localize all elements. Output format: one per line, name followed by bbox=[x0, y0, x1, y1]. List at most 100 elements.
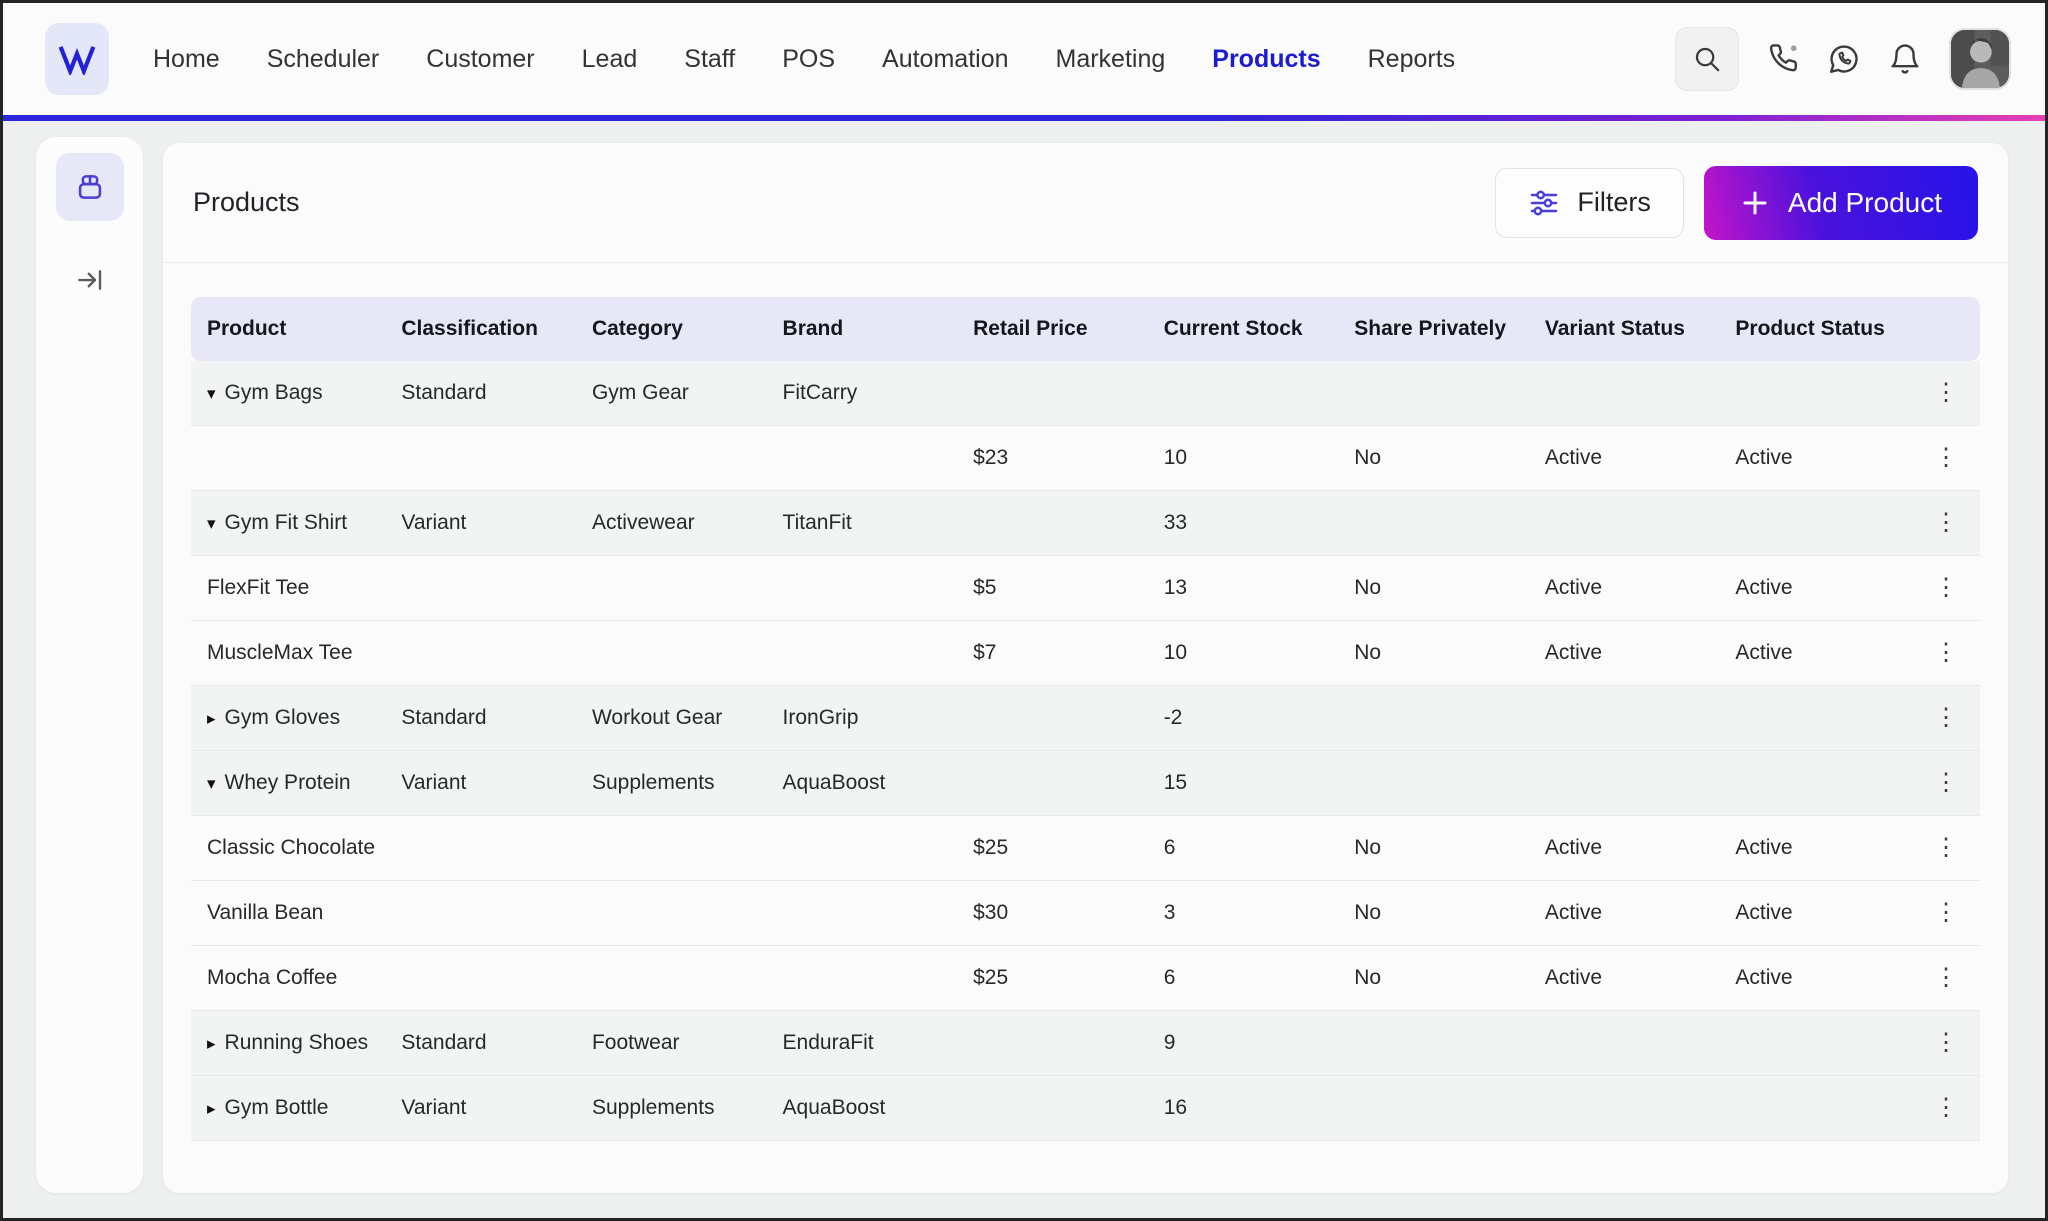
nav-gradient-divider bbox=[3, 115, 2045, 121]
cell-category: Footwear bbox=[591, 1031, 680, 1054]
cell-current-stock: 16 bbox=[1163, 1096, 1188, 1119]
app-logo[interactable] bbox=[45, 23, 109, 95]
cell-product: ▾ Gym Fit Shirt bbox=[191, 511, 385, 535]
cell-classification: Standard bbox=[401, 381, 487, 404]
phone-calls-button[interactable] bbox=[1766, 42, 1800, 76]
nav-item-products[interactable]: Products bbox=[1212, 45, 1320, 74]
expander-icon[interactable]: ▸ bbox=[207, 710, 216, 727]
search-button[interactable] bbox=[1675, 27, 1739, 91]
nav-menu: Home Scheduler Customer Lead Staff POS Automat… bbox=[153, 45, 1455, 74]
page-title: Products bbox=[193, 187, 300, 217]
expander-icon[interactable]: ▾ bbox=[207, 515, 216, 532]
column-header-category: Category bbox=[591, 317, 683, 340]
nav-item-reports[interactable]: Reports bbox=[1368, 45, 1456, 74]
notifications-button[interactable] bbox=[1888, 42, 1922, 76]
table-row[interactable]: FlexFit Tee $5 13 No Active Active ⋮ bbox=[191, 556, 1980, 621]
row-menu-button[interactable]: ⋮ bbox=[1934, 966, 1958, 990]
nav-item-lead[interactable]: Lead bbox=[582, 45, 638, 74]
nav-item-automation[interactable]: Automation bbox=[882, 45, 1008, 74]
expander-icon[interactable]: ▸ bbox=[207, 1100, 216, 1117]
row-menu-button[interactable]: ⋮ bbox=[1934, 901, 1958, 925]
row-menu-button[interactable]: ⋮ bbox=[1934, 446, 1958, 470]
row-menu-button[interactable]: ⋮ bbox=[1934, 641, 1958, 665]
cell-retail-price: $23 bbox=[973, 446, 1009, 469]
table-row[interactable]: Classic Chocolate $25 6 No Active Active… bbox=[191, 816, 1980, 881]
row-menu-button[interactable]: ⋮ bbox=[1934, 836, 1958, 860]
row-menu-button[interactable]: ⋮ bbox=[1934, 771, 1958, 795]
cell-product: ▸ Running Shoes bbox=[191, 1031, 385, 1055]
cell-classification: Variant bbox=[401, 771, 467, 794]
row-menu-button[interactable]: ⋮ bbox=[1934, 511, 1958, 535]
cell-retail-price: $25 bbox=[973, 966, 1009, 989]
expand-sidebar-icon bbox=[77, 270, 101, 290]
cell-current-stock: -2 bbox=[1163, 706, 1183, 729]
table-row[interactable]: MuscleMax Tee $7 10 No Active Active ⋮ bbox=[191, 621, 1980, 686]
whatsapp-button[interactable] bbox=[1827, 42, 1861, 76]
sidebar-expand-button[interactable] bbox=[75, 265, 105, 295]
cell-classification: Variant bbox=[401, 511, 467, 534]
table-row[interactable]: Vanilla Bean $30 3 No Active Active ⋮ bbox=[191, 881, 1980, 946]
table-row[interactable]: Mocha Coffee $25 6 No Active Active ⋮ bbox=[191, 946, 1980, 1011]
nav-item-staff[interactable]: Staff bbox=[684, 45, 735, 74]
cell-product-status: Active bbox=[1735, 966, 1793, 989]
nav-item-pos[interactable]: POS bbox=[782, 45, 835, 74]
table-row[interactable]: ▸ Gym Gloves Standard Workout Gear IronG… bbox=[191, 686, 1980, 751]
table-row[interactable]: ▾ Gym Fit Shirt Variant Activewear Titan… bbox=[191, 491, 1980, 556]
nav-right-tools bbox=[1675, 27, 2011, 91]
add-product-button[interactable]: Add Product bbox=[1703, 165, 1978, 240]
table-row[interactable]: ▸ Running Shoes Standard Footwear Endura… bbox=[191, 1011, 1980, 1076]
cell-current-stock: 6 bbox=[1163, 966, 1176, 989]
products-table: Product Classification Category Brand Retail… bbox=[191, 297, 1980, 1141]
cell-product-name: Classic Chocolate bbox=[207, 836, 376, 859]
row-menu-button[interactable]: ⋮ bbox=[1934, 576, 1958, 600]
table-row[interactable]: $23 10 No Active Active ⋮ bbox=[191, 426, 1980, 491]
table-row[interactable]: ▸ Gym Bottle Variant Supplements AquaBoo… bbox=[191, 1076, 1980, 1141]
cell-actions: ⋮ bbox=[1910, 1096, 1980, 1121]
table-row[interactable]: ▾ Gym Bags Standard Gym Gear FitCarry ⋮ bbox=[191, 361, 1980, 426]
cell-current-stock: 33 bbox=[1163, 511, 1188, 534]
filters-button[interactable]: Filters bbox=[1495, 167, 1684, 238]
column-header-variant-status: Variant Status bbox=[1544, 317, 1685, 340]
row-menu-button[interactable]: ⋮ bbox=[1934, 1031, 1958, 1055]
user-avatar[interactable] bbox=[1949, 28, 2011, 90]
cell-variant-status: Active bbox=[1544, 641, 1603, 664]
nav-item-marketing[interactable]: Marketing bbox=[1056, 45, 1166, 74]
nav-item-home[interactable]: Home bbox=[153, 45, 220, 74]
cell-actions: ⋮ bbox=[1910, 381, 1980, 406]
table-header-row: Product Classification Category Brand Retail… bbox=[191, 297, 1980, 361]
plus-icon bbox=[1743, 191, 1767, 214]
cell-brand: IronGrip bbox=[782, 706, 859, 729]
expander-icon[interactable]: ▸ bbox=[207, 1035, 216, 1052]
cell-current-stock: 15 bbox=[1163, 771, 1188, 794]
cell-actions: ⋮ bbox=[1910, 446, 1980, 471]
cell-retail-price: $5 bbox=[973, 576, 997, 599]
sidebar-item-products[interactable] bbox=[55, 153, 124, 221]
expander-icon[interactable]: ▾ bbox=[207, 385, 216, 402]
cell-product-status: Active bbox=[1735, 901, 1793, 924]
products-panel: Products Filters Add Product Product Clas… bbox=[163, 143, 2008, 1193]
table-row[interactable]: ▾ Whey Protein Variant Supplements AquaB… bbox=[191, 751, 1980, 816]
cell-product-name: Gym Gloves bbox=[224, 706, 341, 729]
row-menu-button[interactable]: ⋮ bbox=[1934, 381, 1958, 405]
expander-icon[interactable]: ▾ bbox=[207, 775, 216, 792]
cell-actions: ⋮ bbox=[1910, 641, 1980, 666]
cell-product: FlexFit Tee bbox=[191, 576, 385, 600]
whatsapp-icon bbox=[1830, 45, 1858, 73]
cell-actions: ⋮ bbox=[1910, 901, 1980, 926]
cell-category: Activewear bbox=[591, 511, 695, 534]
cell-brand: EnduraFit bbox=[782, 1031, 874, 1054]
search-icon bbox=[1695, 47, 1720, 72]
nav-item-scheduler[interactable]: Scheduler bbox=[267, 45, 380, 74]
logo-w-icon bbox=[58, 46, 96, 75]
row-menu-button[interactable]: ⋮ bbox=[1934, 1096, 1958, 1120]
cell-product-name: Gym Bags bbox=[224, 381, 323, 404]
cell-actions: ⋮ bbox=[1910, 1031, 1980, 1056]
row-menu-button[interactable]: ⋮ bbox=[1934, 706, 1958, 730]
cell-product: MuscleMax Tee bbox=[191, 641, 385, 665]
left-sidebar bbox=[36, 137, 143, 1193]
cell-retail-price: $25 bbox=[973, 836, 1009, 859]
cell-category: Workout Gear bbox=[591, 706, 723, 729]
column-header-retail-price: Retail Price bbox=[973, 317, 1088, 340]
cell-current-stock: 10 bbox=[1163, 446, 1188, 469]
nav-item-customer[interactable]: Customer bbox=[426, 45, 534, 74]
